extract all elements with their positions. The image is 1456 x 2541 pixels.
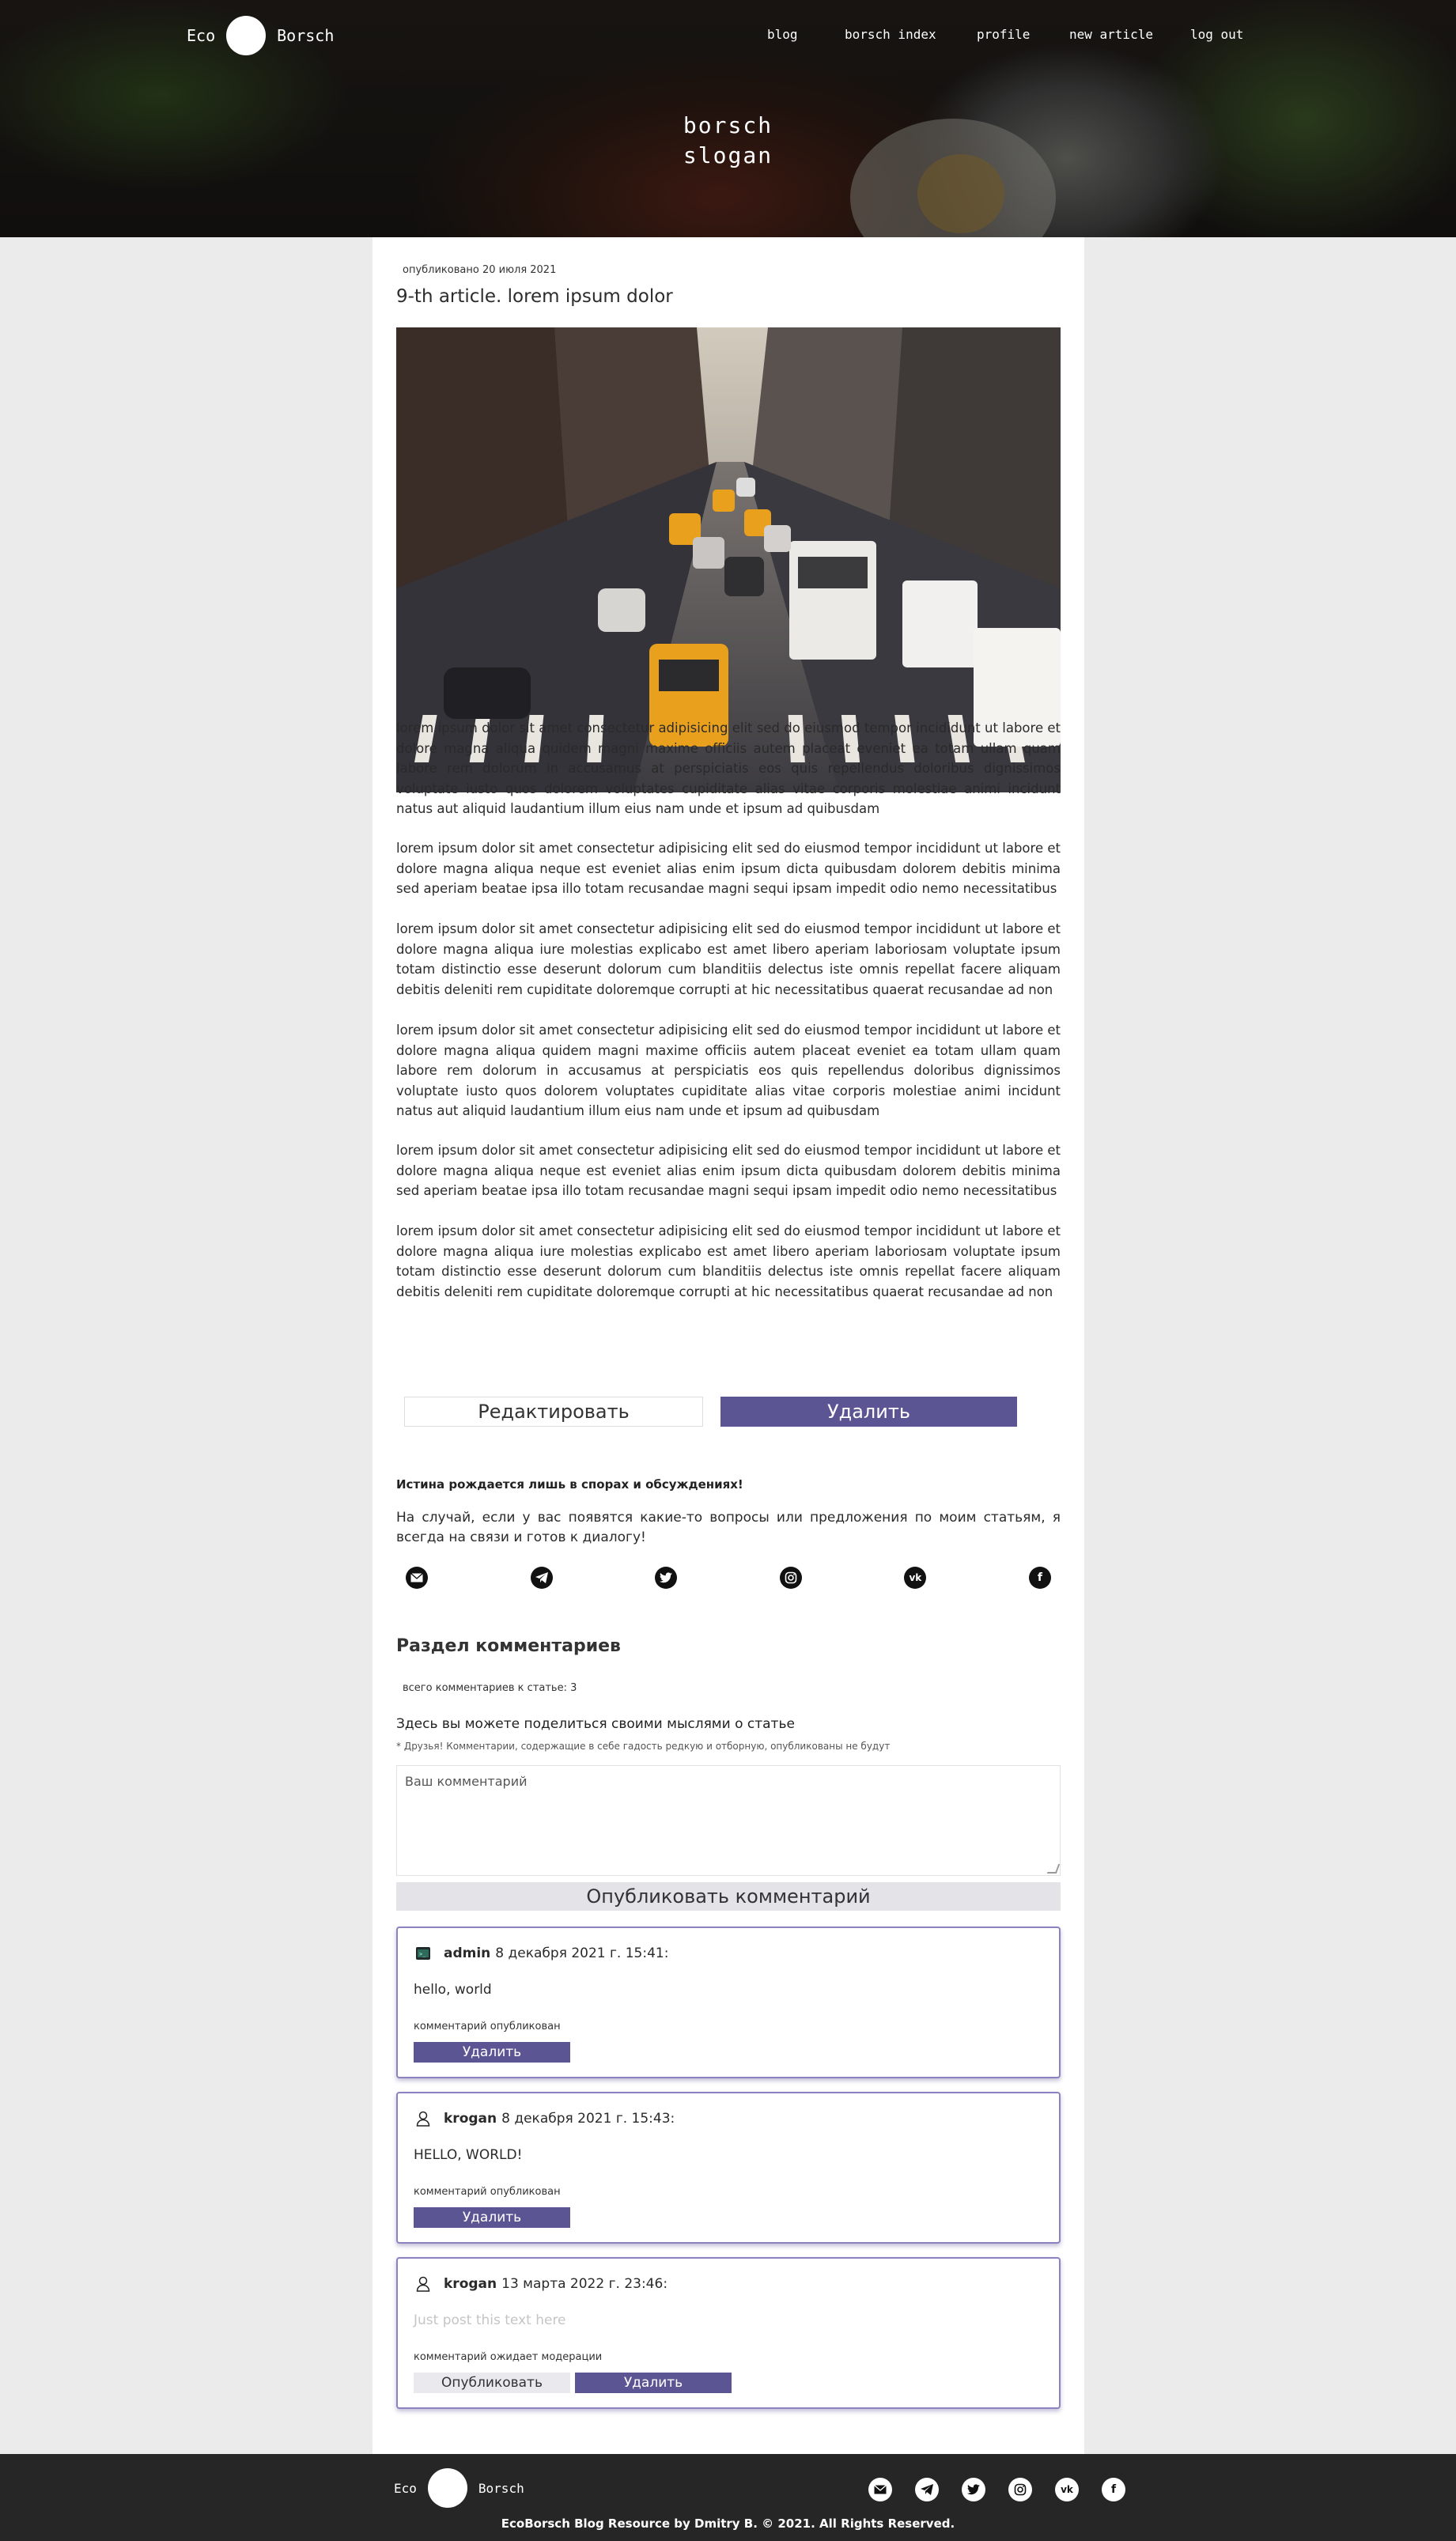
comment-text: HELLO, WORLD! (414, 2147, 523, 2163)
comment-card: krogan 8 декабря 2021 г. 15:43: HELLO, W… (396, 2092, 1061, 2244)
site-slogan: borsch slogan (683, 112, 773, 168)
comments-heading: Раздел комментариев (396, 1636, 621, 1656)
publish-date: опубликовано 20 июля 2021 (403, 264, 557, 276)
footer-logo-right: Borsch (478, 2480, 524, 2496)
footer-logo-left: Eco (394, 2480, 417, 2496)
terminal-avatar-icon: >_ (414, 1944, 433, 1963)
nav-borsch-index[interactable]: borsch index (845, 27, 936, 42)
logo-text-left: Eco (187, 26, 216, 45)
publish-comment-moderation-button[interactable]: Опубликовать (414, 2373, 570, 2393)
mail-icon[interactable] (868, 2478, 892, 2501)
comment-date: 13 марта 2022 г. 23:46: (501, 2276, 668, 2292)
contact-headline: Истина рождается лишь в спорах и обсужде… (396, 1477, 743, 1492)
delete-comment-button[interactable]: Удалить (575, 2373, 732, 2393)
article-paragraph: lorem ipsum dolor sit amet consectetur a… (396, 1023, 1061, 1118)
logo-circle (226, 16, 267, 55)
delete-comment-button[interactable]: Удалить (414, 2207, 570, 2228)
vk-icon[interactable]: vk (1055, 2478, 1079, 2501)
comment-status: комментарий ожидает модерации (414, 2351, 603, 2363)
publish-comment-button[interactable]: Опубликовать комментарий (396, 1882, 1061, 1911)
comment-text: Just post this text here (414, 2312, 566, 2328)
mail-icon[interactable] (406, 1567, 428, 1589)
twitter-icon[interactable] (655, 1567, 678, 1589)
footer-logo-circle (427, 2468, 467, 2508)
comment-status: комментарий опубликован (414, 2186, 561, 2198)
logo-text-right: Borsch (277, 26, 335, 45)
article-page: опубликовано 20 июля 2021 9-th article. … (373, 237, 1084, 2454)
article-title: 9-th article. lorem ipsum dolor (396, 286, 673, 307)
article-paragraph: lorem ipsum dolor sit amet consectetur a… (396, 1143, 1061, 1198)
comment-header: krogan 8 декабря 2021 г. 15:43: (414, 2109, 675, 2128)
edit-article-button[interactable]: Редактировать (404, 1397, 703, 1427)
svg-text:>_: >_ (419, 1951, 426, 1957)
nav-blog[interactable]: blog (767, 27, 798, 42)
comment-actions: Удалить (414, 2042, 570, 2063)
comment-placeholder: Ваш комментарий (405, 1774, 528, 1789)
twitter-icon[interactable] (962, 2478, 985, 2501)
footer-copyright: EcoBorsch Blog Resource by Dmitry B. © 2… (501, 2516, 955, 2531)
nav-log-out[interactable]: log out (1190, 27, 1243, 42)
comment-text: hello, world (414, 1982, 492, 1998)
article-paragraph: lorem ipsum dolor sit amet consectetur a… (396, 1223, 1061, 1299)
article-paragraph: lorem ipsum dolor sit amet consectetur a… (396, 720, 1061, 816)
comment-date: 8 декабря 2021 г. 15:43: (501, 2111, 675, 2127)
vk-icon[interactable]: vk (904, 1567, 927, 1589)
comment-card: >_ admin 8 декабря 2021 г. 15:41: hello,… (396, 1927, 1061, 2078)
comments-rules-note: * Друзья! Комментарии, содержащие в себе… (396, 1741, 891, 1752)
user-outline-icon (414, 2109, 433, 2128)
comment-date: 8 декабря 2021 г. 15:41: (495, 1945, 669, 1961)
comment-author[interactable]: krogan (444, 2276, 497, 2292)
site-footer: Eco Borsch vk f EcoBorsch Blog Resource … (0, 2454, 1456, 2541)
nav-profile[interactable]: profile (977, 27, 1030, 42)
comments-count: всего комментариев к статье: 3 (403, 1682, 577, 1694)
delete-article-button[interactable]: Удалить (720, 1397, 1017, 1427)
comment-author[interactable]: admin (444, 1945, 490, 1961)
comment-actions: Удалить (414, 2207, 570, 2228)
header-hero: Eco Borsch blog borsch index profile new… (0, 0, 1456, 237)
article-paragraph: lorem ipsum dolor sit amet consectetur a… (396, 921, 1061, 997)
footer-logo[interactable]: Eco Borsch (394, 2468, 524, 2508)
footer-social-links: vk f (868, 2478, 1148, 2501)
comment-header: krogan 13 марта 2022 г. 23:46: (414, 2274, 667, 2293)
nav-new-article[interactable]: new article (1069, 27, 1153, 42)
resize-handle[interactable] (1046, 1864, 1061, 1874)
facebook-icon[interactable]: f (1028, 1567, 1051, 1589)
comment-header: >_ admin 8 декабря 2021 г. 15:41: (414, 1944, 668, 1963)
facebook-icon[interactable]: f (1102, 2478, 1125, 2501)
telegram-icon[interactable] (530, 1567, 553, 1589)
comment-input[interactable]: Ваш комментарий (396, 1765, 1061, 1876)
comment-author[interactable]: krogan (444, 2111, 497, 2127)
contact-text: На случай, если у вас появятся какие-то … (396, 1510, 1061, 1545)
site-logo[interactable]: Eco Borsch (187, 16, 334, 55)
instagram-icon[interactable] (1008, 2478, 1032, 2501)
telegram-icon[interactable] (915, 2478, 939, 2501)
user-outline-icon (414, 2274, 433, 2293)
comment-status: комментарий опубликован (414, 2021, 561, 2032)
comment-actions: Опубликовать Удалить (414, 2373, 732, 2393)
social-links: vk f (406, 1567, 1051, 1589)
article-paragraph: lorem ipsum dolor sit amet consectetur a… (396, 841, 1061, 896)
comment-card: krogan 13 марта 2022 г. 23:46: Just post… (396, 2257, 1061, 2409)
delete-comment-button[interactable]: Удалить (414, 2042, 570, 2063)
instagram-icon[interactable] (779, 1567, 802, 1589)
comments-invite: Здесь вы можете поделиться своими мыслям… (396, 1716, 795, 1732)
